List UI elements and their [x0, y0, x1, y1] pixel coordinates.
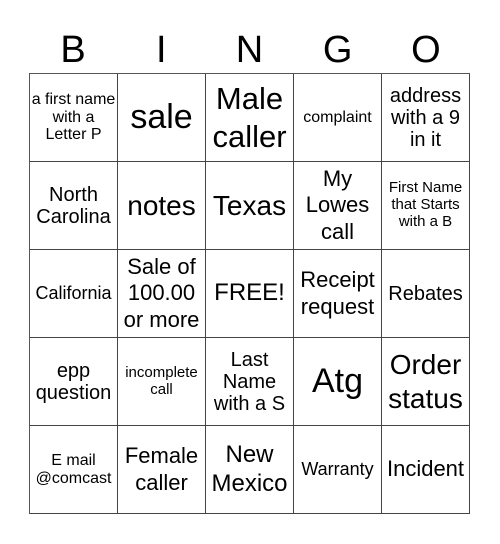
bingo-cell[interactable]: notes	[118, 162, 206, 250]
header-letter-o: O	[411, 29, 441, 71]
bingo-cell[interactable]: address with a 9 in it	[382, 74, 470, 162]
bingo-cell[interactable]: Atg	[294, 338, 382, 426]
bingo-cell[interactable]: My Lowes call	[294, 162, 382, 250]
bingo-cell[interactable]: Warranty	[294, 426, 382, 514]
header-letter-g: G	[322, 29, 353, 71]
header-letter-i: I	[156, 29, 167, 71]
header-letter-n: N	[235, 29, 264, 71]
bingo-cell[interactable]: Rebates	[382, 250, 470, 338]
bingo-cell[interactable]: Incident	[382, 426, 470, 514]
bingo-cell[interactable]: a first name with a Letter P	[30, 74, 118, 162]
bingo-cell[interactable]: Male caller	[206, 74, 294, 162]
free-space-cell[interactable]: FREE!	[206, 250, 294, 338]
bingo-cell[interactable]: First Name that Starts with a B	[382, 162, 470, 250]
bingo-cell[interactable]: North Carolina	[30, 162, 118, 250]
bingo-cell[interactable]: New Mexico	[206, 426, 294, 514]
bingo-cell[interactable]: California	[30, 250, 118, 338]
bingo-cell[interactable]: Female caller	[118, 426, 206, 514]
bingo-grid: a first name with a Letter P sale Male c…	[29, 73, 470, 514]
bingo-cell[interactable]: E mail @comcast	[30, 426, 118, 514]
bingo-cell[interactable]: incomplete call	[118, 338, 206, 426]
bingo-cell[interactable]: Order status	[382, 338, 470, 426]
bingo-cell[interactable]: complaint	[294, 74, 382, 162]
bingo-cell[interactable]: Receipt request	[294, 250, 382, 338]
bingo-cell[interactable]: Last Name with a S	[206, 338, 294, 426]
bingo-cell[interactable]: epp question	[30, 338, 118, 426]
bingo-cell[interactable]: Sale of 100.00 or more	[118, 250, 206, 338]
bingo-cell[interactable]: sale	[118, 74, 206, 162]
header-letter-b: B	[60, 29, 86, 71]
bingo-header: B I N G O	[29, 28, 470, 72]
bingo-cell[interactable]: Texas	[206, 162, 294, 250]
